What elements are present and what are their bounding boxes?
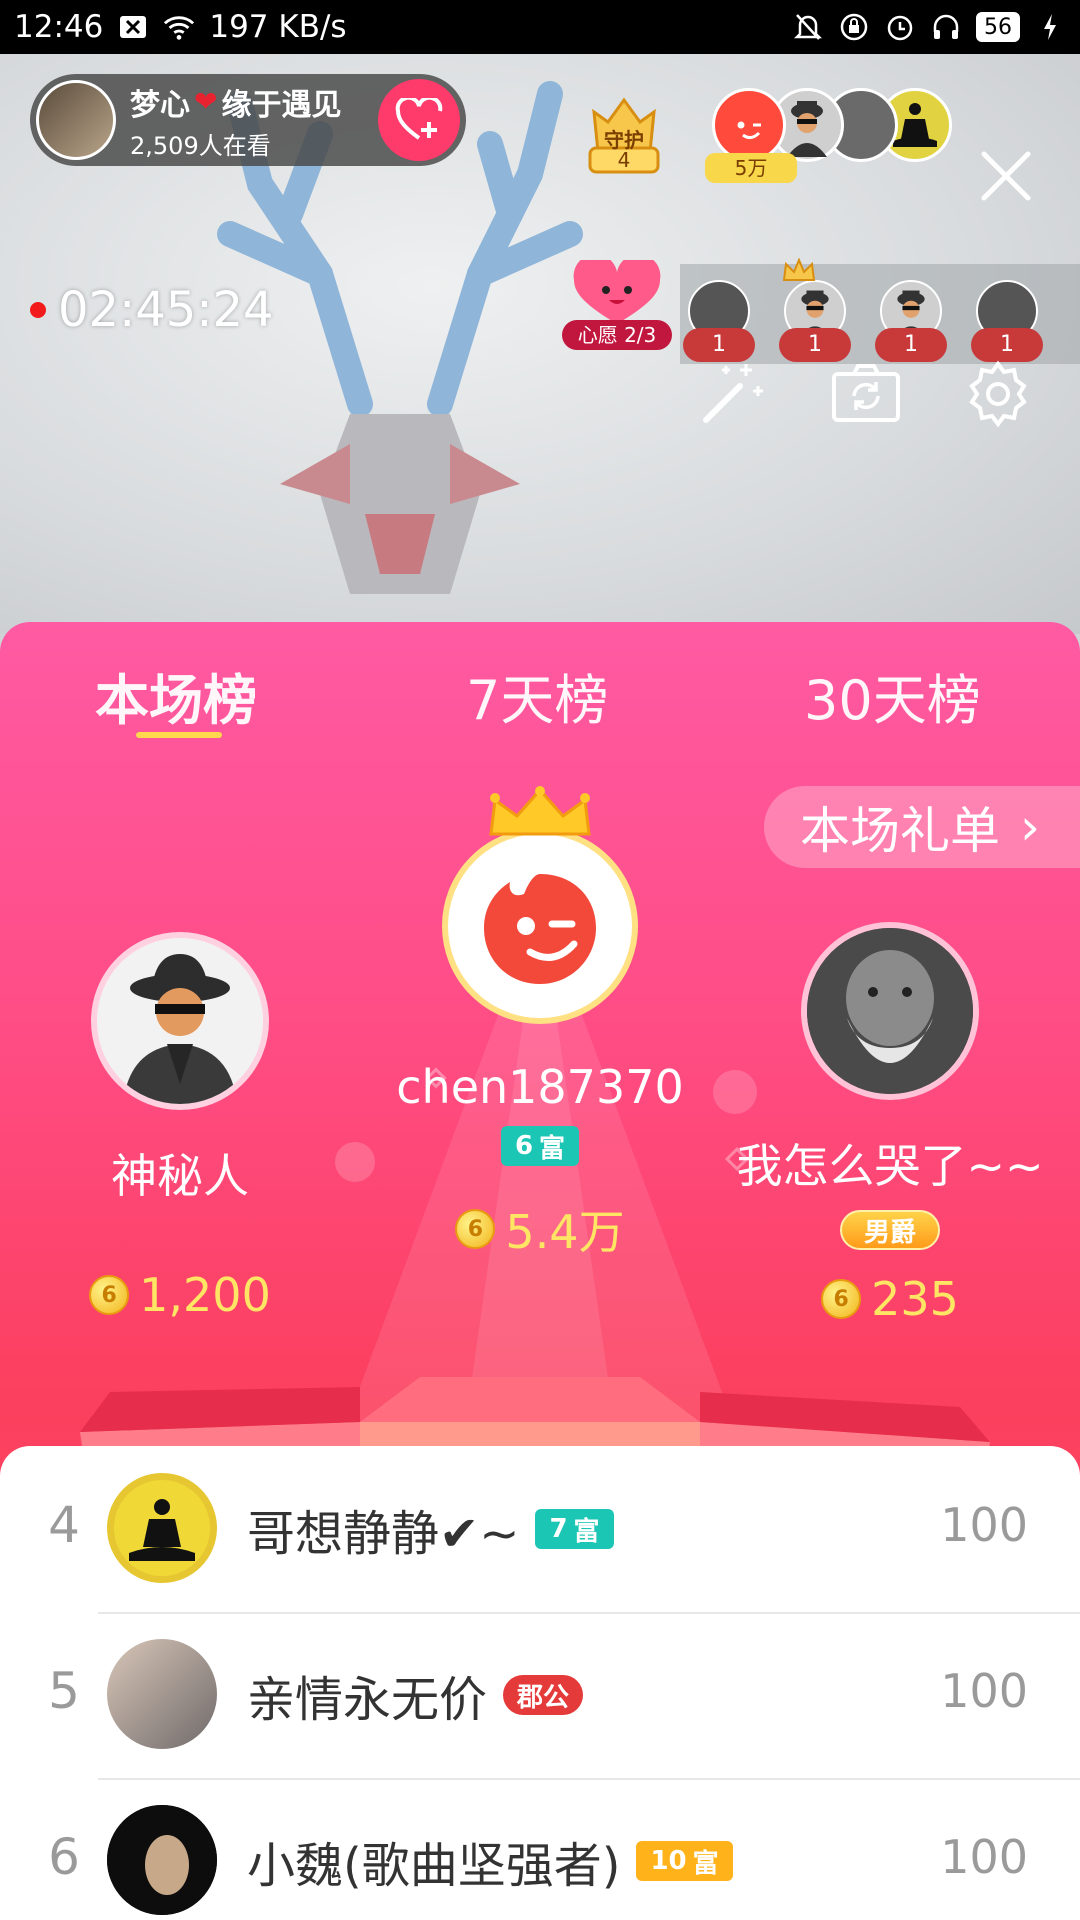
rank-second[interactable]: 神秘人 6 1,200 (60, 932, 300, 1322)
coin-icon: 6 (821, 1279, 862, 1319)
second-coins: 6 1,200 (60, 1268, 300, 1322)
network-speed: 197 KB/s (209, 9, 347, 45)
coin-icon: 6 (89, 1275, 130, 1315)
heart-plus-icon (395, 98, 443, 140)
host-card[interactable]: 梦心 ❤ 缘于遇见 2,509人在看 (30, 74, 466, 166)
lock-rotation-icon (838, 11, 870, 43)
list-avatar[interactable] (107, 1805, 217, 1915)
rank-tabs: 本场榜 7天榜 30天榜 (0, 656, 1080, 736)
wealth-level-badge: 10 富 (636, 1841, 733, 1881)
gear-icon (969, 360, 1027, 428)
list-rank: 4 (48, 1496, 80, 1554)
list-value: 100 (940, 1498, 1028, 1552)
list-name: 小魏(歌曲坚强者) 10 富 (247, 1826, 733, 1896)
charging-icon (1034, 11, 1066, 43)
viewer-count: 2,509人在看 (130, 131, 271, 160)
list-rank: 6 (48, 1828, 80, 1886)
switch-camera-button[interactable] (826, 354, 906, 434)
third-coins: 6 235 (720, 1272, 1060, 1326)
coin-icon: 6 (455, 1209, 496, 1249)
list-value: 100 (940, 1830, 1028, 1884)
fan-avatar[interactable]: 5万 (705, 88, 797, 183)
first-username: chen187370 (396, 1060, 684, 1114)
list-item[interactable]: 4 哥想静静✔~ 7富 100 (0, 1446, 1080, 1612)
guardian-badge[interactable]: 守护 4 (580, 82, 668, 182)
status-bar: 12:46 197 KB/s 56 (0, 0, 1080, 54)
list-item[interactable]: 6 小魏(歌曲坚强者) 10 富 100 (0, 1778, 1080, 1920)
meditation-icon (114, 1480, 210, 1576)
first-coins: 6 5.4万 (350, 1196, 730, 1262)
notification-x-icon (117, 11, 149, 43)
third-avatar[interactable] (801, 922, 979, 1100)
wifi-icon (163, 11, 195, 43)
live-timer: 02:45:24 (30, 282, 274, 338)
portrait-avatar (107, 1805, 217, 1915)
noble-title-badge: 郡公 (503, 1675, 584, 1715)
gift-list-button[interactable]: 本场礼单 › (764, 786, 1080, 868)
list-value: 100 (940, 1664, 1028, 1718)
second-avatar[interactable] (91, 932, 269, 1110)
wink-face-icon (727, 105, 771, 149)
crown-icon (489, 786, 591, 836)
host-name-suffix: 缘于遇见 (221, 87, 342, 123)
status-time: 12:46 (14, 9, 104, 45)
list-name: 哥想静静✔~ 7富 (247, 1494, 614, 1564)
wealth-level-badge: 6富 (500, 1126, 580, 1166)
wish-gift-list: 1 1 1 1 (680, 258, 1080, 364)
mystery-man-icon (97, 938, 263, 1104)
heart-face-icon (573, 254, 661, 324)
list-avatar[interactable] (107, 1473, 217, 1583)
first-avatar[interactable] (442, 828, 638, 1024)
list-rank: 5 (48, 1662, 80, 1720)
timer-value: 02:45:24 (58, 282, 274, 338)
settings-button[interactable] (958, 354, 1038, 434)
list-name: 亲情永无价 郡公 (247, 1660, 584, 1730)
beauty-button[interactable] (692, 354, 772, 434)
fan-contribution: 5万 (705, 153, 797, 183)
rank-first[interactable]: chen187370 6富 6 5.4万 (350, 786, 730, 1262)
list-avatar[interactable] (107, 1639, 217, 1749)
host-name: 梦心 (130, 87, 190, 123)
tab-this-session[interactable]: 本场榜 (95, 656, 257, 735)
battery-level: 56 (976, 12, 1020, 42)
noble-title-badge: 男爵 (839, 1210, 940, 1250)
heart-icon: ❤ (194, 85, 218, 118)
second-username: 神秘人 (111, 1149, 249, 1203)
host-avatar[interactable] (36, 80, 116, 160)
wish-widget[interactable]: 心愿 2/3 (562, 254, 672, 356)
wish-label: 心愿 2/3 (562, 320, 672, 350)
alarm-icon (884, 11, 916, 43)
tab-30-days[interactable]: 30天榜 (804, 656, 981, 735)
close-icon[interactable] (978, 148, 1034, 204)
active-tab-indicator (136, 732, 222, 738)
wink-face-icon (484, 874, 596, 984)
recording-dot (30, 302, 46, 318)
mute-bell-icon (792, 11, 824, 43)
chevron-right-icon: › (1020, 798, 1040, 856)
headphones-icon (930, 11, 962, 43)
crown-icon (782, 258, 816, 281)
third-username: 我怎么哭了~~ (736, 1139, 1044, 1193)
rank-third[interactable]: 我怎么哭了~~ 男爵 6 235 (720, 922, 1060, 1326)
tab-7-days[interactable]: 7天榜 (466, 656, 608, 735)
wealth-level-badge: 7富 (535, 1509, 614, 1549)
gift-list-label: 本场礼单 (800, 802, 1000, 860)
old-man-avatar (807, 928, 973, 1094)
camera-switch-icon (832, 364, 900, 422)
guardian-count: 4 (617, 148, 631, 172)
magic-wand-icon (703, 364, 763, 423)
follow-button[interactable] (378, 79, 460, 161)
live-video: 梦心 ❤ 缘于遇见 2,509人在看 守护 4 5万 02:45:24 心愿 2… (0, 54, 1080, 634)
list-item[interactable]: 5 亲情永无价 郡公 100 (0, 1612, 1080, 1778)
rank-list: 4 哥想静静✔~ 7富 100 5 亲情永无价 郡公 100 6 小魏(歌曲坚强… (0, 1446, 1080, 1920)
